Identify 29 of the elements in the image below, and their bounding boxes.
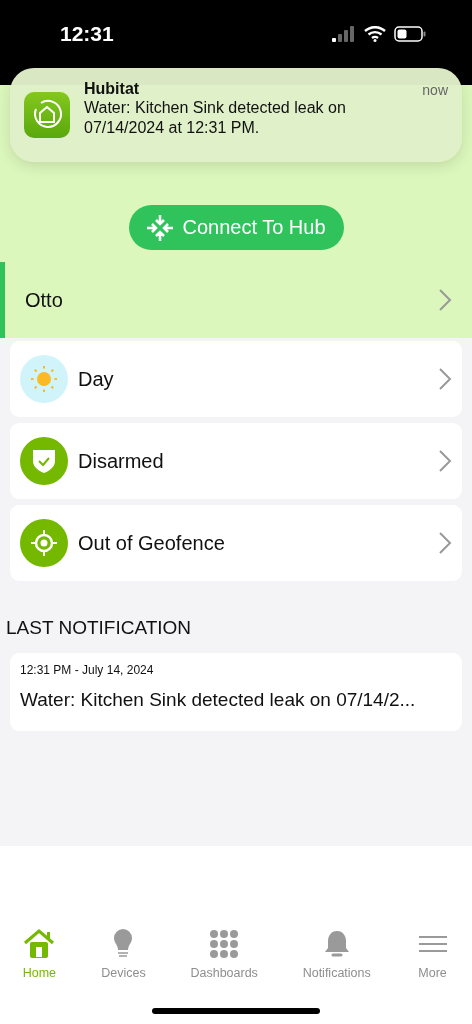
arrows-in-icon [146,213,175,242]
status-time: 12:31 [60,22,114,46]
mode-card[interactable]: Disarmed [10,423,462,499]
notification-card[interactable]: 12:31 PM - July 14, 2024 Water: Kitchen Sink detected leak on 07/14/2... [10,653,462,731]
mode-label: Out of Geofence [78,531,226,555]
notification-time: 12:31 PM - July 14, 2024 [20,663,155,677]
banner-app-name: Hubitat [84,80,140,98]
app-icon [24,92,70,138]
mode-label: Disarmed [78,449,165,473]
hub-name: Otto [25,288,63,312]
mode-card[interactable]: Out of Geofence [10,505,462,581]
chevron-right-icon [438,449,452,473]
battery-icon [394,26,426,42]
chevron-right-icon [438,367,452,391]
signal-icon [332,26,356,42]
chevron-right-icon [438,531,452,555]
home-icon [22,928,57,960]
banner-time: now [422,82,448,98]
section-heading: LAST NOTIFICATION [6,617,193,639]
banner-message: Water: Kitchen Sink detected leak on 07/14/2024 at 12:31 PM. [84,98,347,138]
mode-card[interactable]: Day [10,341,462,417]
sun-icon [20,355,68,403]
wifi-icon [364,26,386,42]
notification-message: Water: Kitchen Sink detected leak on 07/14/2... [20,689,417,711]
notification-banner[interactable]: Hubitat now Water: Kitchen Sink detected leak on 07/14/2024 at 12:31 PM. [10,68,462,162]
chevron-right-icon [438,288,452,312]
shield-check-icon [20,437,68,485]
mode-label: Day [78,367,115,391]
target-icon [20,519,68,567]
